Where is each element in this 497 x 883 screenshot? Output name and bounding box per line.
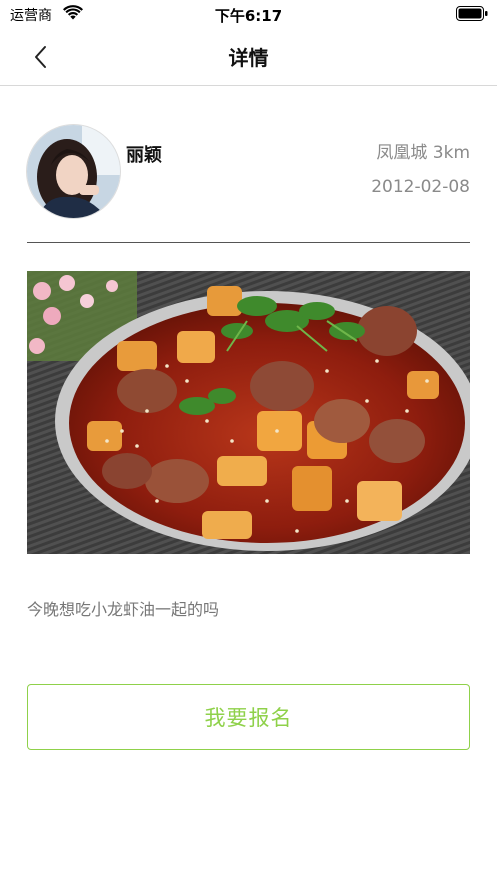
status-time: 下午6:17 — [214, 7, 283, 25]
nav-bar: 详情 — [0, 28, 497, 86]
divider — [27, 242, 470, 243]
avatar[interactable] — [26, 124, 121, 219]
post-date: 2012-02-08 — [371, 177, 470, 197]
status-bar: 运营商 下午6:17 — [0, 0, 497, 28]
post-text: 今晚想吃小龙虾油一起的吗 — [27, 600, 220, 619]
signup-button[interactable]: 我要报名 — [27, 684, 470, 750]
username: 丽颖 — [126, 145, 162, 166]
page-title: 详情 — [228, 46, 269, 70]
location-distance: 凤凰城 3km — [376, 143, 470, 163]
post-image — [27, 271, 470, 554]
signup-button-label: 我要报名 — [204, 706, 293, 730]
avatar-photo — [27, 125, 120, 218]
dish-photo — [27, 271, 470, 554]
battery-icon — [456, 6, 488, 21]
